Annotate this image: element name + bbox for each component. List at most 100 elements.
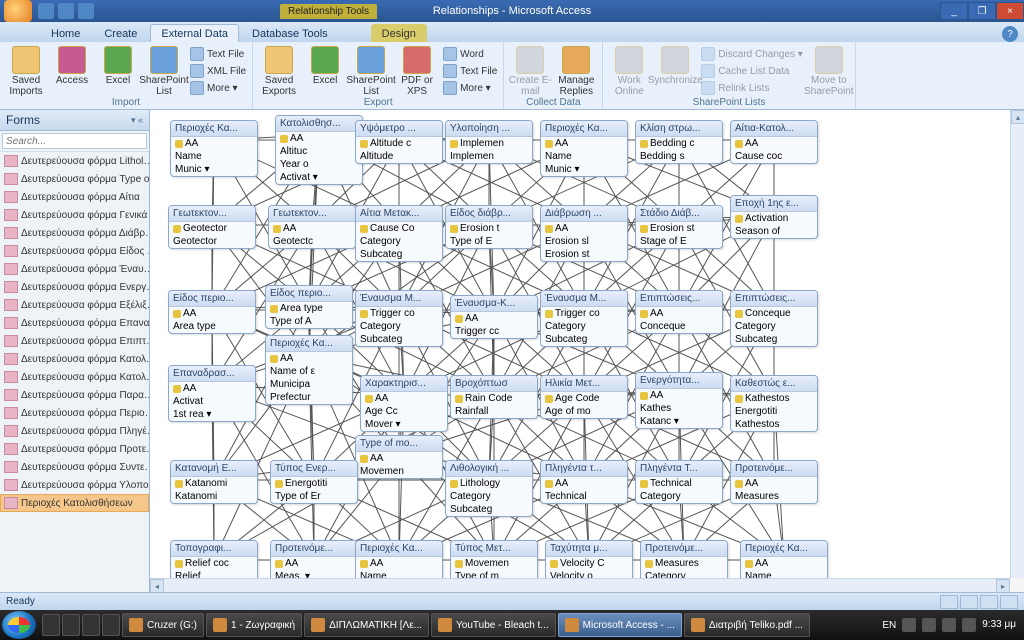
table-box[interactable]: Περιοχές Κα...AAName of εMunicipaPrefect…	[265, 335, 353, 405]
table-box[interactable]: Γεωτεκτον...GeotectorGeotector	[168, 205, 256, 249]
table-field[interactable]: Trigger co	[541, 307, 627, 320]
form-item[interactable]: Δευτερεύουσα φόρμα Γενικά	[0, 206, 149, 224]
table-field[interactable]: AA	[541, 477, 627, 490]
export-more-button[interactable]: More ▾	[441, 80, 499, 96]
table-field[interactable]: Lithology	[446, 477, 532, 490]
export-pdf-button[interactable]: PDF or XPS	[395, 44, 439, 97]
table-box[interactable]: Επιπτώσεις...AAConceque	[635, 290, 723, 334]
table-box[interactable]: Επαναδρασ...AAActivat1st rea ▾	[168, 365, 256, 422]
import-xml-button[interactable]: XML File	[188, 63, 248, 79]
discard-changes-button[interactable]: Discard Changes ▾	[699, 46, 805, 62]
table-field[interactable]: Munic ▾	[541, 163, 627, 176]
import-excel-button[interactable]: Excel	[96, 44, 140, 87]
table-box[interactable]: Έναυσμα Μ...Trigger coCategorySubcateg	[355, 290, 443, 347]
table-field[interactable]: Age of mo	[541, 405, 627, 418]
table-field[interactable]: Activation	[731, 212, 817, 225]
tray-icon[interactable]	[962, 618, 976, 632]
table-field[interactable]: Munic ▾	[171, 163, 257, 176]
chevron-down-icon[interactable]: ▾ «	[131, 115, 143, 126]
create-email-button[interactable]: Create E-mail	[508, 44, 552, 97]
taskbar-item[interactable]: YouTube - Bleach t...	[431, 613, 556, 637]
table-box[interactable]: Περιοχές Κα...AANameMunic ▾	[170, 120, 258, 177]
table-field[interactable]: Conceque	[731, 307, 817, 320]
table-field[interactable]: Trigger co	[356, 307, 442, 320]
table-field[interactable]: Year o	[276, 158, 362, 171]
pinned-icon[interactable]	[42, 614, 60, 636]
table-field[interactable]: AA	[361, 392, 447, 405]
import-more-button[interactable]: More ▾	[188, 80, 248, 96]
table-field[interactable]: AA	[171, 137, 257, 150]
work-online-button[interactable]: Work Online	[607, 44, 651, 97]
table-field[interactable]: Prefectur	[266, 391, 352, 404]
table-field[interactable]: AA	[356, 452, 442, 465]
form-item[interactable]: Δευτερεύουσα φόρμα Προτε…	[0, 440, 149, 458]
table-field[interactable]: AA	[169, 382, 255, 395]
table-box[interactable]: Αίτια Μετακ...Cause CoCategorySubcateg	[355, 205, 443, 262]
table-field[interactable]: AA	[741, 557, 827, 570]
taskbar-item[interactable]: Cruzer (G:)	[122, 613, 204, 637]
form-item[interactable]: Δευτερεύουσα φόρμα Εξέλιξ…	[0, 296, 149, 314]
view-button-1[interactable]	[940, 595, 958, 609]
table-box[interactable]: Έναυσμα-Κ...AATrigger cc	[450, 295, 538, 339]
table-field[interactable]: Type of E	[446, 235, 532, 248]
table-field[interactable]: Rainfall	[451, 405, 537, 418]
relationships-canvas[interactable]: Περιοχές Κα...AANameMunic ▾Κατολισθησ...…	[150, 110, 1010, 578]
table-field[interactable]: Geotectc	[269, 235, 355, 248]
manage-replies-button[interactable]: Manage Replies	[554, 44, 598, 97]
export-word-button[interactable]: Word	[441, 46, 499, 62]
language-indicator[interactable]: EN	[882, 620, 896, 631]
table-field[interactable]: Relief coc	[171, 557, 257, 570]
qat-save-icon[interactable]	[38, 3, 54, 19]
table-field[interactable]: Category	[446, 490, 532, 503]
table-field[interactable]: AA	[169, 307, 255, 320]
table-field[interactable]: Katanomi	[171, 490, 257, 503]
table-field[interactable]: Municipa	[266, 378, 352, 391]
table-box[interactable]: Προτεινόμε...AAMeasures	[730, 460, 818, 504]
table-field[interactable]: Erosion sl	[541, 235, 627, 248]
export-text-button[interactable]: Text File	[441, 63, 499, 79]
table-field[interactable]: Bedding c	[636, 137, 722, 150]
pinned-icon[interactable]	[82, 614, 100, 636]
table-field[interactable]: Area type	[169, 320, 255, 333]
table-box[interactable]: Αίτια-Κατολ...AACause coc	[730, 120, 818, 164]
tab-database-tools[interactable]: Database Tools	[241, 24, 339, 42]
table-field[interactable]: Activat ▾	[276, 171, 362, 184]
table-box[interactable]: Είδος περιο...AAArea type	[168, 290, 256, 334]
vertical-scrollbar[interactable]: ▴	[1010, 110, 1024, 578]
maximize-button[interactable]: ❐	[968, 2, 996, 20]
table-field[interactable]: Velocity C	[546, 557, 632, 570]
form-item[interactable]: Δευτερεύουσα φόρμα Αίτια	[0, 188, 149, 206]
table-box[interactable]: ΒροχόπτωσRain CodeRainfall	[450, 375, 538, 419]
form-item[interactable]: Δευτερεύουσα φόρμα Υλοπο…	[0, 476, 149, 494]
table-field[interactable]: Erosion t	[446, 222, 532, 235]
office-button[interactable]	[4, 0, 32, 22]
form-item[interactable]: Δευτερεύουσα φόρμα Κατολ…	[0, 368, 149, 386]
table-box[interactable]: Είδος περιο...Area typeType of A	[265, 285, 353, 329]
table-field[interactable]: AA	[276, 132, 362, 145]
table-box[interactable]: Κατανομή Ε...KatanomiKatanomi	[170, 460, 258, 504]
table-field[interactable]: 1st rea ▾	[169, 408, 255, 421]
taskbar-item[interactable]: Διατριβή Teliko.pdf ...	[684, 613, 810, 637]
table-field[interactable]: Subcateg	[731, 333, 817, 346]
table-field[interactable]: Kathestos	[731, 392, 817, 405]
table-field[interactable]: Age Cc	[361, 405, 447, 418]
table-field[interactable]: Category	[731, 320, 817, 333]
form-item[interactable]: Δευτερεύουσα φόρμα Συντε…	[0, 458, 149, 476]
table-field[interactable]: Measures	[731, 490, 817, 503]
table-field[interactable]: Technical	[541, 490, 627, 503]
table-field[interactable]: Energotiti	[271, 477, 357, 490]
table-field[interactable]: Katanomi	[171, 477, 257, 490]
table-box[interactable]: Περιοχές Κα...AANameMunic ▾	[540, 120, 628, 177]
form-item[interactable]: Δευτερεύουσα φόρμα Lithol…	[0, 152, 149, 170]
table-field[interactable]: AA	[731, 477, 817, 490]
table-box[interactable]: Υψόμετρο ...Altitude cAltitude	[355, 120, 443, 164]
table-field[interactable]: Name	[171, 150, 257, 163]
table-field[interactable]: Technical	[636, 477, 722, 490]
table-field[interactable]: Implemen	[446, 137, 532, 150]
form-item[interactable]: Δευτερεύουσα φόρμα Διάβρ…	[0, 224, 149, 242]
table-field[interactable]: Age Code	[541, 392, 627, 405]
scroll-left-icon[interactable]: ◂	[150, 579, 164, 592]
start-button[interactable]	[2, 611, 36, 639]
table-field[interactable]: Subcateg	[446, 503, 532, 516]
table-field[interactable]: Mover ▾	[361, 418, 447, 431]
